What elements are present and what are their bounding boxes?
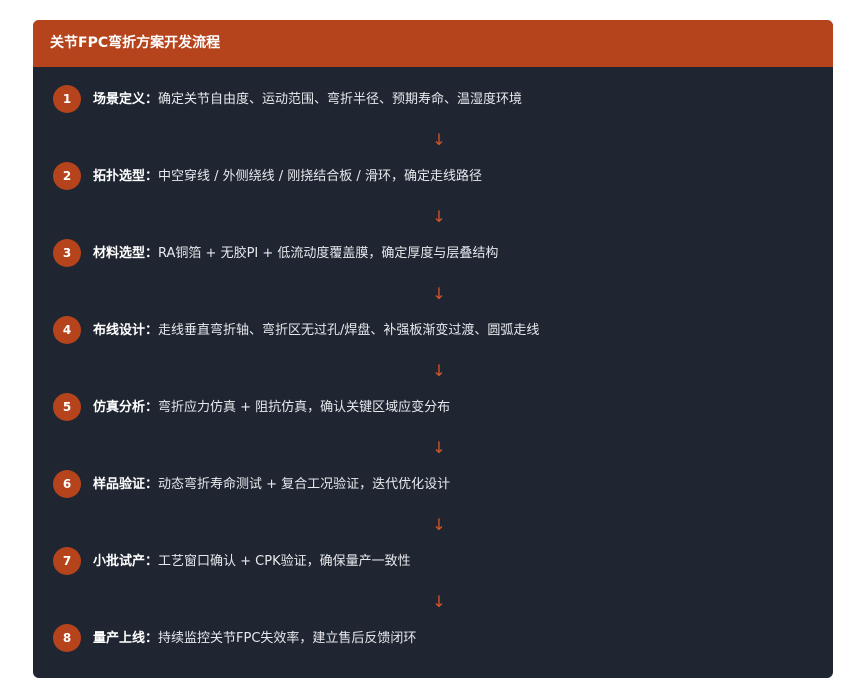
arrow-down-icon: ↓ <box>432 515 446 534</box>
process-card: 关节FPC弯折方案开发流程 1 场景定义：确定关节自由度、运动范围、弯折半径、预… <box>33 20 833 678</box>
step-2-description: 中空穿线 / 外侧绕线 / 刚挠结合板 / 滑环，确定走线路径 <box>158 169 482 184</box>
arrow-down-icon: ↓ <box>432 438 446 457</box>
step-2-text: 拓扑选型：中空穿线 / 外侧绕线 / 刚挠结合板 / 滑环，确定走线路径 <box>93 168 482 186</box>
step-6-text: 样品验证：动态弯折寿命测试 + 复合工况验证，迭代优化设计 <box>93 476 450 494</box>
step-1-text: 场景定义：确定关节自由度、运动范围、弯折半径、预期寿命、温湿度环境 <box>93 91 522 109</box>
step-4-number-badge: 4 <box>53 316 81 344</box>
step-2-number-badge: 2 <box>53 162 81 190</box>
card-title: 关节FPC弯折方案开发流程 <box>33 20 833 67</box>
arrow-down-icon: ↓ <box>432 284 446 303</box>
step-6: 6 样品验证：动态弯折寿命测试 + 复合工况验证，迭代优化设计 <box>33 470 833 500</box>
step-8-title: 量产上线： <box>93 631 159 646</box>
step-1: 1 场景定义：确定关节自由度、运动范围、弯折半径、预期寿命、温湿度环境 <box>33 85 833 115</box>
step-4-text: 布线设计：走线垂直弯折轴、弯折区无过孔/焊盘、补强板渐变过渡、圆弧走线 <box>93 322 539 340</box>
step-3-description: RA铜箔 + 无胶PI + 低流动度覆盖膜，确定厚度与层叠结构 <box>158 246 499 261</box>
step-4-title: 布线设计： <box>93 323 159 338</box>
arrow-down-icon: ↓ <box>432 207 446 226</box>
arrow-down-icon: ↓ <box>432 130 446 149</box>
step-4: 4 布线设计：走线垂直弯折轴、弯折区无过孔/焊盘、补强板渐变过渡、圆弧走线 <box>33 316 833 346</box>
step-7: 7 小批试产：工艺窗口确认 + CPK验证，确保量产一致性 <box>33 547 833 577</box>
step-4-description: 走线垂直弯折轴、弯折区无过孔/焊盘、补强板渐变过渡、圆弧走线 <box>158 323 540 338</box>
step-3: 3 材料选型：RA铜箔 + 无胶PI + 低流动度覆盖膜，确定厚度与层叠结构 <box>33 239 833 269</box>
step-1-title: 场景定义： <box>93 92 159 107</box>
step-7-text: 小批试产：工艺窗口确认 + CPK验证，确保量产一致性 <box>93 553 411 571</box>
step-3-title: 材料选型： <box>93 246 159 261</box>
step-7-description: 工艺窗口确认 + CPK验证，确保量产一致性 <box>158 554 411 569</box>
step-8-description: 持续监控关节FPC失效率，建立售后反馈闭环 <box>158 631 417 646</box>
step-3-text: 材料选型：RA铜箔 + 无胶PI + 低流动度覆盖膜，确定厚度与层叠结构 <box>93 245 498 263</box>
step-2: 2 拓扑选型：中空穿线 / 外侧绕线 / 刚挠结合板 / 滑环，确定走线路径 <box>33 162 833 192</box>
step-5-text: 仿真分析：弯折应力仿真 + 阻抗仿真，确认关键区域应变分布 <box>93 399 450 417</box>
step-5-description: 弯折应力仿真 + 阻抗仿真，确认关键区域应变分布 <box>158 400 451 415</box>
step-6-description: 动态弯折寿命测试 + 复合工况验证，迭代优化设计 <box>158 477 451 492</box>
step-1-description: 确定关节自由度、运动范围、弯折半径、预期寿命、温湿度环境 <box>158 92 523 107</box>
step-8: 8 量产上线：持续监控关节FPC失效率，建立售后反馈闭环 <box>33 624 833 654</box>
step-2-title: 拓扑选型： <box>93 169 159 184</box>
step-5-title: 仿真分析： <box>93 400 159 415</box>
step-8-text: 量产上线：持续监控关节FPC失效率，建立售后反馈闭环 <box>93 630 416 648</box>
step-1-number-badge: 1 <box>53 85 81 113</box>
step-5: 5 仿真分析：弯折应力仿真 + 阻抗仿真，确认关键区域应变分布 <box>33 393 833 423</box>
arrow-down-icon: ↓ <box>432 592 446 611</box>
step-3-number-badge: 3 <box>53 239 81 267</box>
step-6-number-badge: 6 <box>53 470 81 498</box>
step-7-title: 小批试产： <box>93 554 159 569</box>
step-8-number-badge: 8 <box>53 624 81 652</box>
step-7-number-badge: 7 <box>53 547 81 575</box>
arrow-down-icon: ↓ <box>432 361 446 380</box>
step-5-number-badge: 5 <box>53 393 81 421</box>
step-6-title: 样品验证： <box>93 477 159 492</box>
